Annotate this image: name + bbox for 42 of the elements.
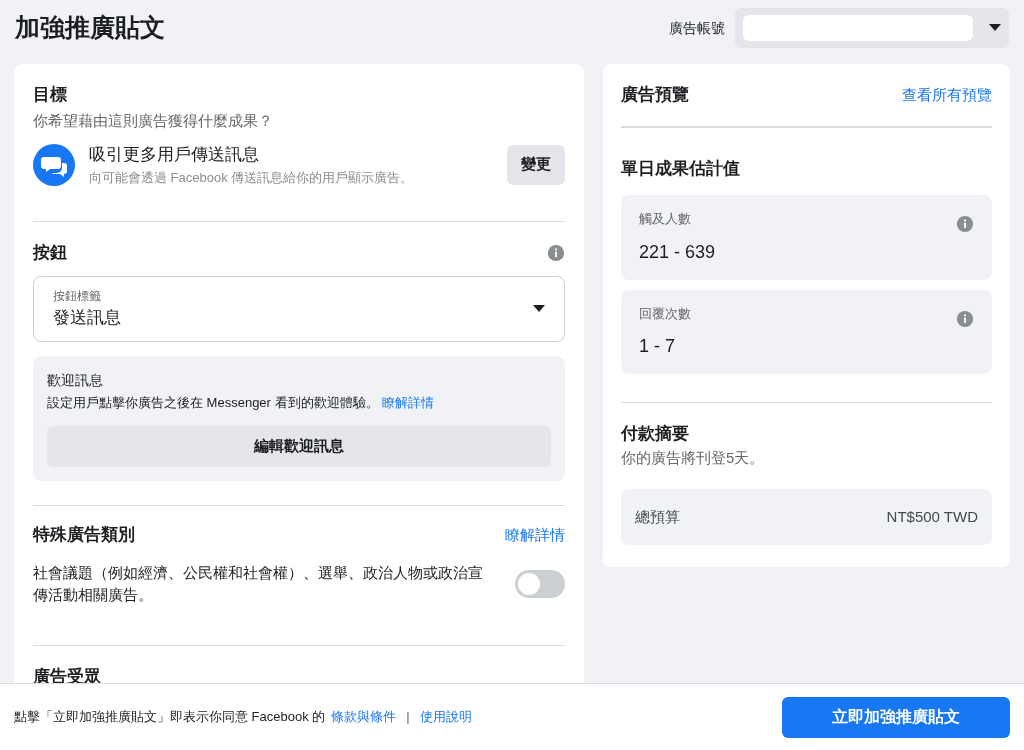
budget-label: 總預算 [635,506,680,527]
info-icon [547,243,565,262]
help-link[interactable]: 使用說明 [419,707,472,727]
terms-link[interactable]: 條款與條件 [331,707,397,727]
dropdown-label: 按鈕標籤 [53,287,102,305]
section-heading: 付款摘要 [621,423,690,445]
payment-note: 你的廣告將刊登5天。 [621,447,766,468]
caret-icon [989,24,1001,32]
metric-value: 221 - 639 [639,240,716,264]
section-heading: 目標 [33,84,68,106]
objective-title: 吸引更多用戶傳送訊息 [89,144,260,166]
budget-value: NT$500 TWD [886,506,978,527]
panel-title: 歡迎訊息 [47,370,104,390]
dropdown-value: 發送訊息 [53,306,121,329]
caret-icon [533,304,545,313]
metric-value: 1 - 7 [639,335,677,358]
change-button[interactable]: 變更 [507,144,565,185]
section-heading: 單日成果估計值 [621,157,741,180]
section-subtitle: 你希望藉由這則廣告獲得什麼成果？ [33,110,274,131]
section-heading: 特殊廣告類別 [33,524,135,546]
edit-welcome-button[interactable]: 編輯歡迎訊息 [47,426,551,467]
section-heading: 按鈕 [33,242,67,264]
boost-post-button[interactable]: 立即加強推廣貼文 [782,696,1010,738]
button-label-dropdown[interactable]: 按鈕標籤 發送訊息 [33,275,565,342]
panel-description: 設定用戶點擊你廣告之後在 Messenger 看到的歡迎體驗。 [47,394,379,410]
separator: | [405,708,411,727]
see-all-previews-link[interactable]: 查看所有預覽 [902,83,992,106]
chat-bubbles-icon [33,143,75,186]
toggle-switch[interactable] [515,570,565,598]
learn-more-link[interactable]: 瞭解詳情 [382,394,435,410]
consent-text: 點擊「立即加強推廣貼文」即表示你同意 Facebook 的 [14,708,326,727]
page-title: 加強推廣貼文 [15,12,165,44]
metric-label: 回覆次數 [639,304,691,323]
info-icon [956,215,974,233]
info-icon [956,309,974,328]
section-heading: 廣告預覽 [621,84,689,106]
special-category-description: 社會議題（例如經濟、公民權和社會權）、選舉、政治人物或政治宣傳活動相關廣告。 [33,562,484,605]
learn-more-link[interactable]: 瞭解詳情 [505,523,565,546]
objective-description: 向可能會透過 Facebook 傳送訊息給你的用戶顯示廣告。 [89,168,415,187]
metric-label: 觸及人數 [639,210,692,228]
account-label: 廣告帳號 [669,18,725,38]
account-dropdown[interactable] [735,8,1009,48]
